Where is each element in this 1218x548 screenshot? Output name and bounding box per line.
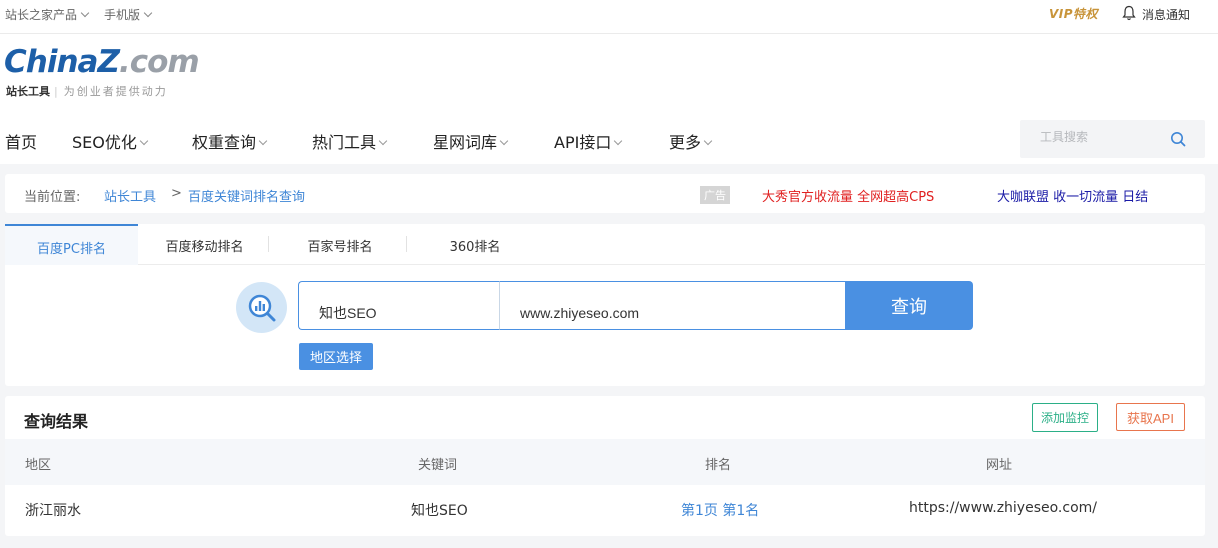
column-header-url: 网址 [986, 458, 1013, 473]
region-select-button[interactable]: 地区选择 [299, 343, 373, 370]
column-header-keyword: 关键词 [418, 458, 458, 473]
notice-link[interactable]: 消息通知 [1142, 6, 1190, 23]
tab-baidu-pc[interactable]: 百度PC排名 [5, 224, 138, 265]
magnifier-chart-icon [248, 294, 276, 322]
tab-360[interactable]: 360排名 [415, 224, 535, 265]
products-menu[interactable]: 站长之家产品 [5, 6, 90, 23]
tab-baijiahao[interactable]: 百家号排名 [280, 224, 400, 265]
nav-label: 权重查询 [192, 133, 257, 152]
get-api-button[interactable]: 获取API [1116, 403, 1185, 431]
cell-keyword: 知也SEO [411, 503, 468, 519]
tab-divider [268, 236, 269, 252]
keyword-input[interactable] [298, 281, 500, 330]
chevron-down-icon [80, 8, 90, 18]
vip-link[interactable]: VIP特权 [1049, 5, 1098, 22]
table-row: 浙江丽水 知也SEO 第1页 第1名 https://www.zhiyeseo.… [5, 485, 1205, 525]
query-button[interactable]: 查询 [845, 281, 973, 330]
column-header-region: 地区 [25, 458, 52, 473]
tool-search-box [1020, 120, 1205, 158]
logo-subtitle-strong: 站长工具 [6, 85, 50, 98]
bell-icon[interactable] [1122, 5, 1136, 21]
breadcrumb-separator: > [171, 186, 182, 201]
results-title: 查询结果 [24, 412, 89, 431]
logo-subtitle-divider: | [54, 85, 60, 98]
nav-label: SEO优化 [72, 133, 137, 152]
nav-item-more[interactable]: 更多 [669, 129, 713, 153]
logo-text-z: Z [97, 44, 120, 80]
chevron-down-icon [703, 136, 713, 146]
chevron-down-icon [139, 136, 149, 146]
logo-subtitle: 站长工具 | 为创业者提供动力 [6, 83, 168, 99]
logo-subtitle-slogan: 为创业者提供动力 [63, 85, 168, 98]
nav-label: API接口 [554, 133, 612, 152]
table-header: 地区 关键词 排名 网址 [5, 439, 1205, 485]
logo-text-china: China [4, 44, 98, 80]
url-input[interactable] [499, 281, 846, 330]
nav-item-keywords[interactable]: 星网词库 [433, 129, 509, 153]
nav-label: 热门工具 [312, 133, 377, 152]
cell-rank[interactable]: 第1页 第1名 [681, 500, 759, 520]
cell-region: 浙江丽水 [25, 503, 81, 519]
results-panel: 查询结果 添加监控 获取API 地区 关键词 排名 网址 浙江丽水 知也SEO … [5, 396, 1205, 536]
breadcrumb: 当前位置: 站长工具 > 百度关键词排名查询 广告 大秀官方收流量 全网超高CP… [5, 174, 1205, 213]
top-bar: 站长之家产品 手机版 VIP特权 消息通知 [0, 0, 1218, 34]
search-icon[interactable] [1170, 131, 1186, 147]
nav-label: 星网词库 [433, 133, 498, 152]
breadcrumb-prefix: 当前位置: [24, 190, 81, 205]
site-header: ChinaZ.com 站长工具 | 为创业者提供动力 首页 SEO优化 权重查询 热… [0, 34, 1218, 164]
chevron-down-icon [378, 136, 388, 146]
chinaz-logo[interactable]: ChinaZ.com [4, 42, 200, 82]
mobile-menu-label: 手机版 [104, 8, 141, 22]
nav-item-hot-tools[interactable]: 热门工具 [312, 129, 388, 153]
nav-item-weight[interactable]: 权重查询 [192, 129, 268, 153]
ad-link-1[interactable]: 大秀官方收流量 全网超高CPS [762, 186, 934, 205]
nav-label: 首页 [5, 133, 38, 152]
chevron-down-icon [499, 136, 509, 146]
mobile-menu[interactable]: 手机版 [104, 6, 153, 23]
add-monitor-button[interactable]: 添加监控 [1032, 403, 1098, 432]
rank-chart-icon [236, 282, 287, 333]
tab-divider [406, 236, 407, 252]
cell-url[interactable]: https://www.zhiyeseo.com/ [909, 500, 1097, 516]
column-header-rank: 排名 [705, 458, 732, 473]
tab-baidu-mobile[interactable]: 百度移动排名 [147, 224, 262, 265]
breadcrumb-current: 百度关键词排名查询 [188, 190, 306, 205]
chevron-down-icon [614, 136, 623, 146]
logo-text-com: .com [118, 44, 200, 80]
tab-bar: 百度PC排名 百度移动排名 百家号排名 360排名 [5, 224, 1205, 265]
nav-label: 更多 [669, 133, 702, 152]
ad-link-2[interactable]: 大咖联盟 收一切流量 日结 [997, 186, 1148, 205]
nav-item-seo[interactable]: SEO优化 [72, 129, 149, 153]
chevron-down-icon [143, 8, 153, 18]
tool-search-input[interactable] [1040, 130, 1170, 144]
breadcrumb-home-link[interactable]: 站长工具 [104, 186, 156, 205]
query-panel: 百度PC排名 百度移动排名 百家号排名 360排名 查询 地区选择 [5, 224, 1205, 386]
chevron-down-icon [258, 136, 268, 146]
nav-item-api[interactable]: API接口 [554, 129, 623, 153]
products-menu-label: 站长之家产品 [5, 8, 78, 22]
nav-item-home[interactable]: 首页 [5, 129, 37, 153]
ad-tag: 广告 [700, 186, 730, 204]
